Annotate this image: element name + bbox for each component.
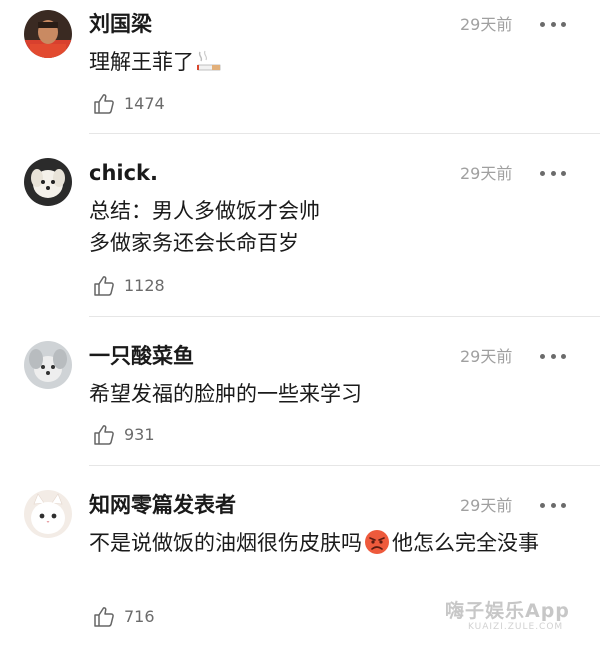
dot-icon [550,21,556,27]
thumbs-up-icon [94,607,114,627]
more-options-button[interactable] [540,342,566,370]
comment-text: 不是说做饭的油烟很伤皮肤吗 他怎么完全没事 [89,527,579,559]
username[interactable]: 刘国梁 [89,10,152,38]
angry-face-emoji-icon [365,530,389,554]
timestamp: 29天前 [460,164,513,183]
avatar[interactable] [24,341,72,389]
thumbs-up-icon [94,94,114,114]
like-count: 716 [124,607,155,626]
like-button[interactable]: 716 [92,605,155,629]
like-button[interactable]: 1474 [92,92,165,116]
username[interactable]: 一只酸菜鱼 [89,342,194,370]
avatar[interactable] [24,10,72,58]
timestamp: 29天前 [460,496,513,515]
comment-text: 总结：男人多做饭才会帅 多做家务还会长命百岁 [89,199,320,255]
comment-text: 理解王菲了 [89,46,579,78]
timestamp: 29天前 [460,15,513,34]
more-options-button[interactable] [540,159,566,187]
watermark-sub: KUAIZI.ZULE.COM [468,622,564,632]
like-count: 931 [124,425,155,444]
username[interactable]: chick. [89,159,158,187]
dot-icon [561,21,566,27]
divider [89,465,600,466]
avatar[interactable] [24,490,72,538]
dot-icon [550,170,556,176]
comment-text: 希望发福的脸肿的一些来学习 [89,382,362,406]
dot-icon [540,353,545,359]
thumbs-up-icon [94,425,114,445]
dot-icon [561,353,566,359]
like-count: 1128 [124,276,165,295]
comment-text-part: 不是说做饭的油烟很伤皮肤吗 [89,531,362,555]
avatar[interactable] [24,158,72,206]
dot-icon [550,353,556,359]
white-dog-avatar-icon [24,158,72,206]
more-options-button[interactable] [540,10,566,38]
like-button[interactable]: 1128 [92,274,165,298]
dot-icon [561,170,566,176]
watermark: 嗨子娱乐App [445,600,570,622]
dot-icon [540,170,545,176]
white-cat-avatar-icon [24,490,72,538]
person-avatar-icon [24,10,72,58]
dog-avatar-icon [24,341,72,389]
username[interactable]: 知网零篇发表者 [89,491,236,519]
dot-icon [540,502,545,508]
comment-text-part: 他怎么完全没事 [392,531,539,555]
like-button[interactable]: 931 [92,423,155,447]
thumbs-up-icon [94,276,114,296]
timestamp: 29天前 [460,347,513,366]
divider [89,133,600,134]
more-options-button[interactable] [540,491,566,519]
dot-icon [550,502,556,508]
dot-icon [561,502,566,508]
comment-text-content: 理解王菲了 [89,50,194,74]
dot-icon [540,21,545,27]
cigarette-emoji-icon [197,50,221,71]
like-count: 1474 [124,94,165,113]
divider [89,316,600,317]
